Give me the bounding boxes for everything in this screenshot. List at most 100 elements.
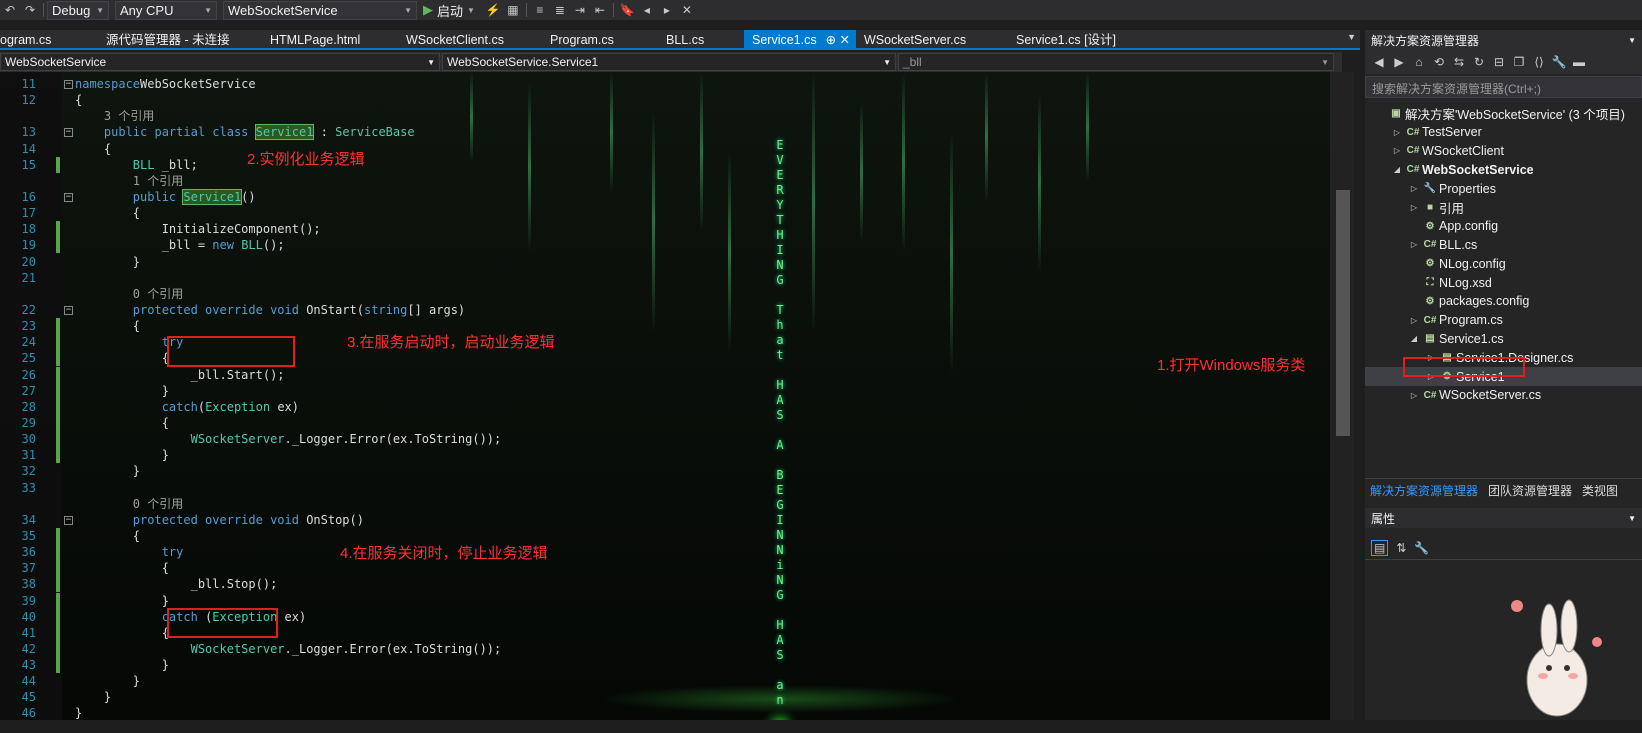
code-line[interactable]: 11 − namespaceWebSocketService: [0, 76, 1330, 92]
start-button[interactable]: ▶ 启动 ▼: [423, 1, 475, 20]
tab-service1-cs[interactable]: Service1.cs ⊕ ✕: [744, 30, 856, 50]
platform-select[interactable]: Any CPU ▼: [115, 0, 217, 20]
chevron-down-icon[interactable]: ▼: [1628, 36, 1636, 45]
fold-toggle-icon[interactable]: −: [64, 515, 73, 525]
tab-program-cs-partial[interactable]: ogram.cs: [0, 30, 98, 50]
property-pages-icon[interactable]: 🔧: [1414, 541, 1429, 555]
solution-tree-item[interactable]: ◢ ▤ Service1.cs: [1365, 330, 1642, 349]
toolbox-icon[interactable]: ▦: [503, 1, 523, 19]
code-line[interactable]: 27 }: [0, 382, 1330, 399]
bookmark-icon[interactable]: 🔖: [617, 1, 637, 19]
code-line[interactable]: 16 − public Service1(): [0, 188, 1330, 205]
clear-bookmarks-icon[interactable]: ✕: [677, 1, 697, 19]
code-line[interactable]: 42 WSocketServer._Logger.Error(ex.ToStri…: [0, 640, 1330, 657]
comment-icon[interactable]: ≡: [530, 1, 550, 19]
pin-icon[interactable]: ▬: [1569, 55, 1589, 69]
codelens-reference[interactable]: 0 个引用: [75, 497, 183, 511]
code-line[interactable]: 38 _bll.Stop();: [0, 576, 1330, 593]
expand-arrow-icon[interactable]: ▷: [1390, 128, 1404, 137]
code-line[interactable]: 0 个引用: [0, 286, 1330, 302]
code-line[interactable]: 15 BLL _bll;: [0, 156, 1330, 173]
solution-search-input[interactable]: 搜索解决方案资源管理器(Ctrl+;): [1365, 76, 1642, 98]
solution-tree-item[interactable]: ▷ C# TestServer: [1365, 123, 1642, 142]
code-view-icon[interactable]: ⟨⟩: [1529, 55, 1549, 69]
code-line[interactable]: 26 _bll.Start();: [0, 366, 1330, 383]
code-line[interactable]: 43 }: [0, 657, 1330, 674]
expand-arrow-icon[interactable]: ▷: [1407, 316, 1421, 325]
tab-source-control[interactable]: 源代码管理器 - 未连接: [98, 30, 262, 50]
categorized-icon[interactable]: ▤: [1371, 539, 1389, 556]
tab-service1-design[interactable]: Service1.cs [设计]: [1008, 30, 1158, 50]
code-line[interactable]: 3 个引用: [0, 108, 1330, 124]
history-icon[interactable]: ⟲: [1429, 55, 1449, 69]
sync-icon[interactable]: ⇆: [1449, 55, 1469, 69]
solution-tree-item[interactable]: ▷ 🔧 Properties: [1365, 179, 1642, 198]
scrollbar-thumb[interactable]: [1336, 190, 1350, 436]
tab-program-cs[interactable]: Program.cs: [542, 30, 658, 50]
expand-arrow-icon[interactable]: ◢: [1390, 165, 1404, 174]
code-line[interactable]: 20 }: [0, 254, 1330, 270]
code-line[interactable]: 35 {: [0, 527, 1330, 544]
tab-wsocketclient[interactable]: WSocketClient.cs: [398, 30, 542, 50]
solution-tree-item[interactable]: ▷ C# Program.cs: [1365, 311, 1642, 330]
project-nav-select[interactable]: WebSocketService ▼: [0, 53, 440, 71]
solution-tree-item[interactable]: ⚙ NLog.config: [1365, 254, 1642, 273]
copy-icon[interactable]: ❐: [1509, 55, 1529, 69]
home-icon[interactable]: ⌂: [1409, 55, 1429, 69]
code-line[interactable]: 14 {: [0, 141, 1330, 157]
code-line[interactable]: 36 try: [0, 544, 1330, 561]
code-line[interactable]: 22 − protected override void OnStart(stri…: [0, 302, 1330, 318]
wrench-icon[interactable]: 🔧: [1549, 55, 1569, 69]
tab-solution-explorer[interactable]: 解决方案资源管理器: [1365, 479, 1483, 498]
codelens-reference[interactable]: 3 个引用: [75, 109, 154, 123]
member-nav-select[interactable]: _bll ▼: [898, 53, 1334, 71]
code-line[interactable]: 32 }: [0, 463, 1330, 479]
solution-tree-item[interactable]: ▷ C# WSocketServer.cs: [1365, 386, 1642, 405]
code-line[interactable]: 23 {: [0, 318, 1330, 335]
code-line[interactable]: 0 个引用: [0, 496, 1330, 512]
tab-team-explorer[interactable]: 团队资源管理器: [1483, 479, 1577, 498]
tab-list-dropdown-icon[interactable]: ▼: [1347, 32, 1356, 42]
tab-class-view[interactable]: 类视图: [1577, 479, 1623, 498]
code-line[interactable]: 31 }: [0, 447, 1330, 464]
code-line[interactable]: 13 − public partial class Service1 : Serv…: [0, 124, 1330, 141]
codelens-reference[interactable]: 0 个引用: [75, 287, 183, 301]
fold-toggle-icon[interactable]: −: [64, 128, 73, 138]
solution-tree-item[interactable]: ⛶ NLog.xsd: [1365, 273, 1642, 292]
code-line[interactable]: 18 InitializeComponent();: [0, 221, 1330, 238]
code-line[interactable]: 21: [0, 270, 1330, 286]
code-line[interactable]: 37 {: [0, 560, 1330, 577]
expand-arrow-icon[interactable]: ▷: [1407, 391, 1421, 400]
refresh-icon[interactable]: ↻: [1469, 55, 1489, 69]
solution-tree-item[interactable]: ◢ C# WebSocketService: [1365, 160, 1642, 179]
code-line[interactable]: 28 catch(Exception ex): [0, 398, 1330, 415]
code-line[interactable]: 33: [0, 480, 1330, 496]
code-editor[interactable]: EVERYTHING That HAS A BEGINNiNG HAS an E…: [0, 72, 1330, 720]
solution-tree-item[interactable]: ⚙ App.config: [1365, 217, 1642, 236]
fold-toggle-icon[interactable]: −: [64, 80, 73, 89]
solution-tree-item[interactable]: ⚙ packages.config: [1365, 292, 1642, 311]
browser-link-icon[interactable]: ⚡: [483, 1, 503, 19]
code-line[interactable]: 1 个引用: [0, 173, 1330, 189]
code-line[interactable]: 12 {: [0, 92, 1330, 108]
expand-arrow-icon[interactable]: ◢: [1407, 334, 1421, 343]
code-line[interactable]: 44 }: [0, 673, 1330, 689]
expand-arrow-icon[interactable]: ▷: [1407, 203, 1421, 212]
code-line[interactable]: 45 }: [0, 689, 1330, 705]
alphabetical-icon[interactable]: ⇅: [1396, 541, 1406, 555]
tab-bll-cs[interactable]: BLL.cs: [658, 30, 744, 50]
solution-tree-item[interactable]: ▷ ■ 引用: [1365, 198, 1642, 217]
collapse-icon[interactable]: ⊟: [1489, 55, 1509, 69]
fold-toggle-icon[interactable]: −: [64, 192, 73, 202]
tab-htmlpage[interactable]: HTMLPage.html: [262, 30, 398, 50]
next-bookmark-icon[interactable]: ▸: [657, 1, 677, 19]
back-icon[interactable]: ◀: [1369, 55, 1389, 69]
code-line[interactable]: 39 }: [0, 592, 1330, 609]
outdent-icon[interactable]: ⇤: [590, 1, 610, 19]
code-line[interactable]: 30 WSocketServer._Logger.Error(ex.ToStri…: [0, 431, 1330, 448]
expand-arrow-icon[interactable]: ▷: [1407, 184, 1421, 193]
expand-arrow-icon[interactable]: ▷: [1407, 240, 1421, 249]
codelens-reference[interactable]: 1 个引用: [75, 174, 183, 188]
code-line[interactable]: 17 {: [0, 205, 1330, 221]
solution-tree-item[interactable]: ▷ C# BLL.cs: [1365, 236, 1642, 255]
